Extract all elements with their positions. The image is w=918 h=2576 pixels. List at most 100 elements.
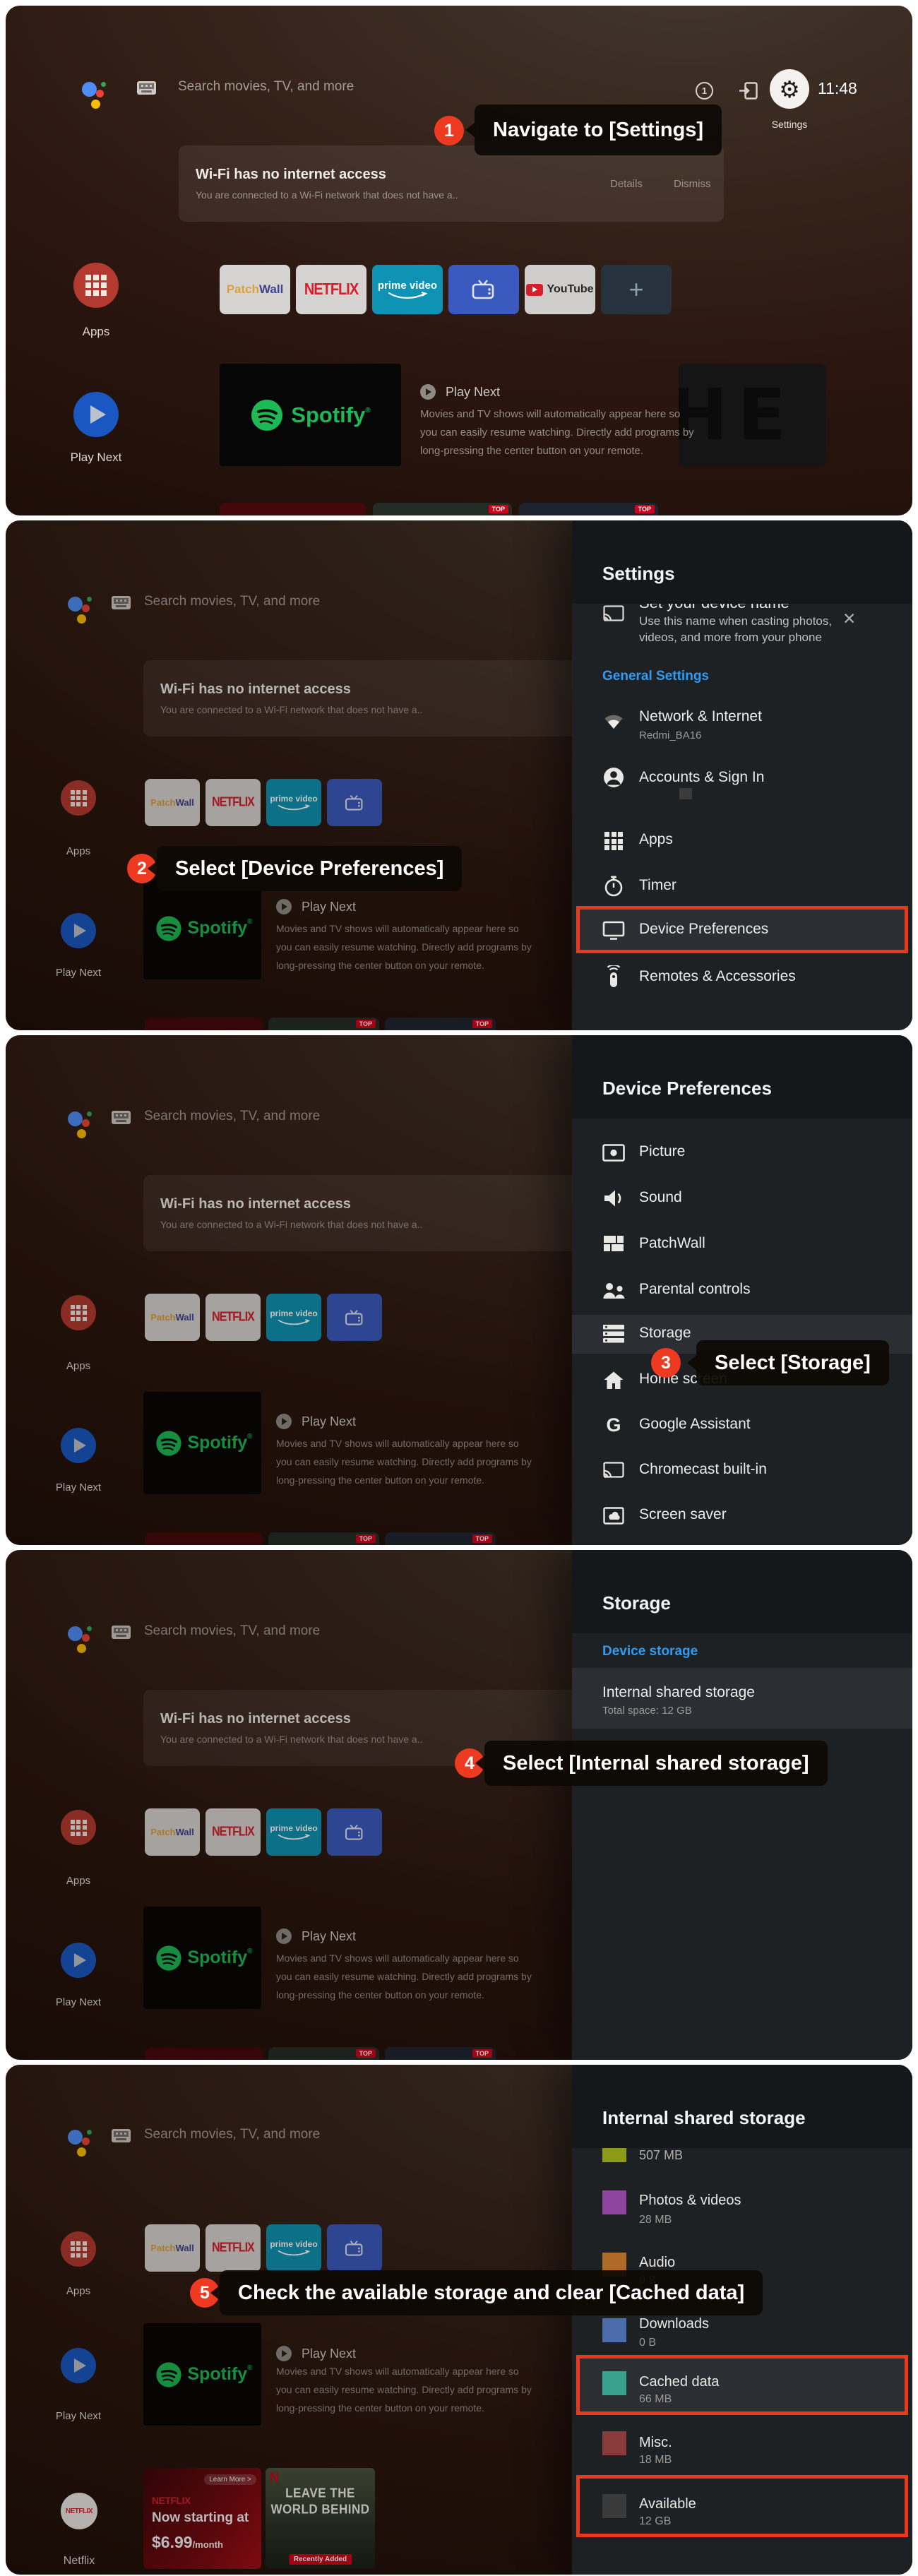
tile-partial[interactable] xyxy=(220,503,366,515)
storage-icon xyxy=(602,1323,625,1345)
device-storage-section: Device storage xyxy=(602,1644,698,1659)
parental-controls-icon xyxy=(602,1279,625,1301)
storage-swatch-available xyxy=(602,2494,626,2518)
clock: 11:48 xyxy=(818,79,857,98)
device-name-card-desc: videos, and more from your phone xyxy=(639,631,822,645)
prime-video-logo: prime video xyxy=(378,280,437,292)
storage-item-misc[interactable]: Misc. xyxy=(639,2435,672,2451)
sidebar-item-accounts[interactable]: Accounts & Sign In xyxy=(639,769,764,786)
storage-item-audio[interactable]: Audio xyxy=(639,2255,675,2271)
sidebar-item-network[interactable]: Network & Internet xyxy=(639,708,762,725)
wifi-notification-card: Wi-Fi has no internet access You are con… xyxy=(179,145,724,222)
sidebar-item-parental-controls[interactable]: Parental controls xyxy=(639,1281,751,1298)
play-next-description: Movies and TV shows will automatically a… xyxy=(420,408,680,420)
tile-prime-video[interactable]: prime video xyxy=(372,265,443,314)
keyboard-search-icon[interactable] xyxy=(137,81,156,95)
play-next-description: you can easily resume watching. Directly… xyxy=(420,427,694,439)
sidebar-item-timer[interactable]: Timer xyxy=(639,877,676,894)
storage-swatch-audio xyxy=(602,2253,626,2277)
search-input[interactable]: Search movies, TV, and more xyxy=(178,79,354,95)
notifications-icon[interactable]: 1 xyxy=(696,82,713,100)
sidebar-item-google-assistant[interactable]: Google Assistant xyxy=(639,1416,751,1433)
settings-button-label: Settings xyxy=(758,119,821,130)
sidebar-item-screen-saver[interactable]: Screen saver xyxy=(639,1506,727,1523)
storage-item-cached-data[interactable]: Cached data xyxy=(639,2374,719,2390)
patchwall-icon xyxy=(602,1233,625,1256)
wifi-dismiss-button[interactable]: Dismiss xyxy=(674,178,711,190)
sidebar-title: Storage xyxy=(602,1592,671,1614)
tile-background-media[interactable]: HE xyxy=(679,364,826,466)
sidebar-item-device-preferences[interactable]: Device Preferences xyxy=(639,921,768,938)
storage-size: 507 MB xyxy=(639,2148,683,2163)
top-badge: TOP xyxy=(635,505,655,513)
tile-netflix[interactable]: NETFLIX xyxy=(296,265,366,314)
step-4-screenshot: Search movies, TV, and more 1 ⚙ Settings… xyxy=(6,1550,912,2060)
close-icon[interactable]: ✕ xyxy=(842,609,856,628)
tile-spotify[interactable]: Spotify® xyxy=(220,364,401,466)
wifi-icon xyxy=(602,710,625,732)
storage-item-available[interactable]: Available xyxy=(639,2496,696,2512)
internal-storage-sidebar: 507 MB Photos & videos 28 MB Audio 0 B D… xyxy=(572,2065,912,2575)
sidebar-header: Internal shared storage xyxy=(572,2065,912,2148)
gear-icon: ⚙ xyxy=(779,78,800,101)
storage-item-downloads[interactable]: Downloads xyxy=(639,2316,709,2332)
apps-button[interactable] xyxy=(73,263,119,308)
storage-swatch-misc xyxy=(602,2431,626,2455)
storage-size: 66 MB xyxy=(639,2393,672,2406)
storage-sidebar: Device storage Internal shared storage T… xyxy=(572,1550,912,2060)
sidebar-item-sound[interactable]: Sound xyxy=(639,1189,682,1206)
picture-icon xyxy=(602,1141,625,1164)
inputs-icon[interactable] xyxy=(739,82,758,103)
sidebar-item-remotes[interactable]: Remotes & Accessories xyxy=(639,968,796,985)
storage-size: 0 B xyxy=(639,2337,656,2349)
youtube-play-icon xyxy=(526,284,543,296)
sidebar-item-storage[interactable]: Storage xyxy=(639,1325,691,1342)
tile-partial[interactable]: TOP xyxy=(373,503,512,515)
storage-swatch-downloads xyxy=(602,2318,626,2342)
account-icon xyxy=(602,766,625,789)
play-next-button[interactable] xyxy=(73,392,119,437)
notification-count: 1 xyxy=(702,85,707,96)
apps-grid-icon xyxy=(85,275,107,296)
wifi-notification-title: Wi-Fi has no internet access xyxy=(196,167,386,183)
tile-mi-tv[interactable] xyxy=(448,265,519,314)
storage-item-photos-videos[interactable]: Photos & videos xyxy=(639,2193,741,2209)
sidebar-item-patchwall[interactable]: PatchWall xyxy=(639,1235,705,1252)
spotify-wordmark: Spotify® xyxy=(291,402,370,428)
tile-add-app[interactable]: + xyxy=(601,265,672,314)
settings-button[interactable]: ⚙ xyxy=(770,69,809,109)
monitor-icon xyxy=(602,919,625,941)
storage-swatch-photos xyxy=(602,2190,626,2214)
netflix-logo: NETFLIX xyxy=(304,280,358,299)
sidebar-item-apps[interactable]: Apps xyxy=(639,831,673,848)
sidebar-header: Settings xyxy=(572,520,912,604)
step-2-screenshot: Search movies, TV, and more 1 ⚙ Settings… xyxy=(6,520,912,1030)
sidebar-item-internal-shared-storage[interactable]: Internal shared storage xyxy=(602,1684,755,1701)
top-badge: TOP xyxy=(489,505,508,513)
timer-icon xyxy=(602,875,625,898)
sidebar-header: Storage xyxy=(572,1550,912,1633)
wifi-notification-subtitle: You are connected to a Wi-Fi network tha… xyxy=(196,189,458,201)
tile-patchwall[interactable]: PatchWall xyxy=(220,265,290,314)
general-settings-section: General Settings xyxy=(602,669,709,684)
device-preferences-sidebar: Picture Sound PatchWall Parental control… xyxy=(572,1035,912,1545)
device-name-card-desc: Use this name when casting photos, xyxy=(639,614,832,628)
tile-partial[interactable]: TOP xyxy=(519,503,658,515)
play-next-rail-label: Play Next xyxy=(51,451,141,465)
sidebar-item-chromecast[interactable]: Chromecast built-in xyxy=(639,1461,767,1478)
patchwall-logo-2: Wall xyxy=(259,282,283,297)
screen-saver-icon xyxy=(602,1504,625,1527)
plus-icon: + xyxy=(628,277,643,302)
prime-smile-icon xyxy=(388,292,427,300)
google-assistant-icon[interactable] xyxy=(82,76,110,109)
network-ssid: Redmi_BA16 xyxy=(639,729,701,741)
storage-size: 28 MB xyxy=(639,2214,672,2226)
home-icon xyxy=(602,1368,625,1391)
wifi-details-button[interactable]: Details xyxy=(610,178,643,190)
youtube-logo: YouTube xyxy=(547,283,593,296)
media-tile-letters: HE xyxy=(679,374,796,456)
storage-size: 0 B xyxy=(639,2274,656,2287)
tile-youtube[interactable]: YouTube xyxy=(525,265,595,314)
sidebar-item-picture[interactable]: Picture xyxy=(639,1143,685,1160)
sidebar-item-home-screen[interactable]: Home screen xyxy=(639,1371,727,1388)
